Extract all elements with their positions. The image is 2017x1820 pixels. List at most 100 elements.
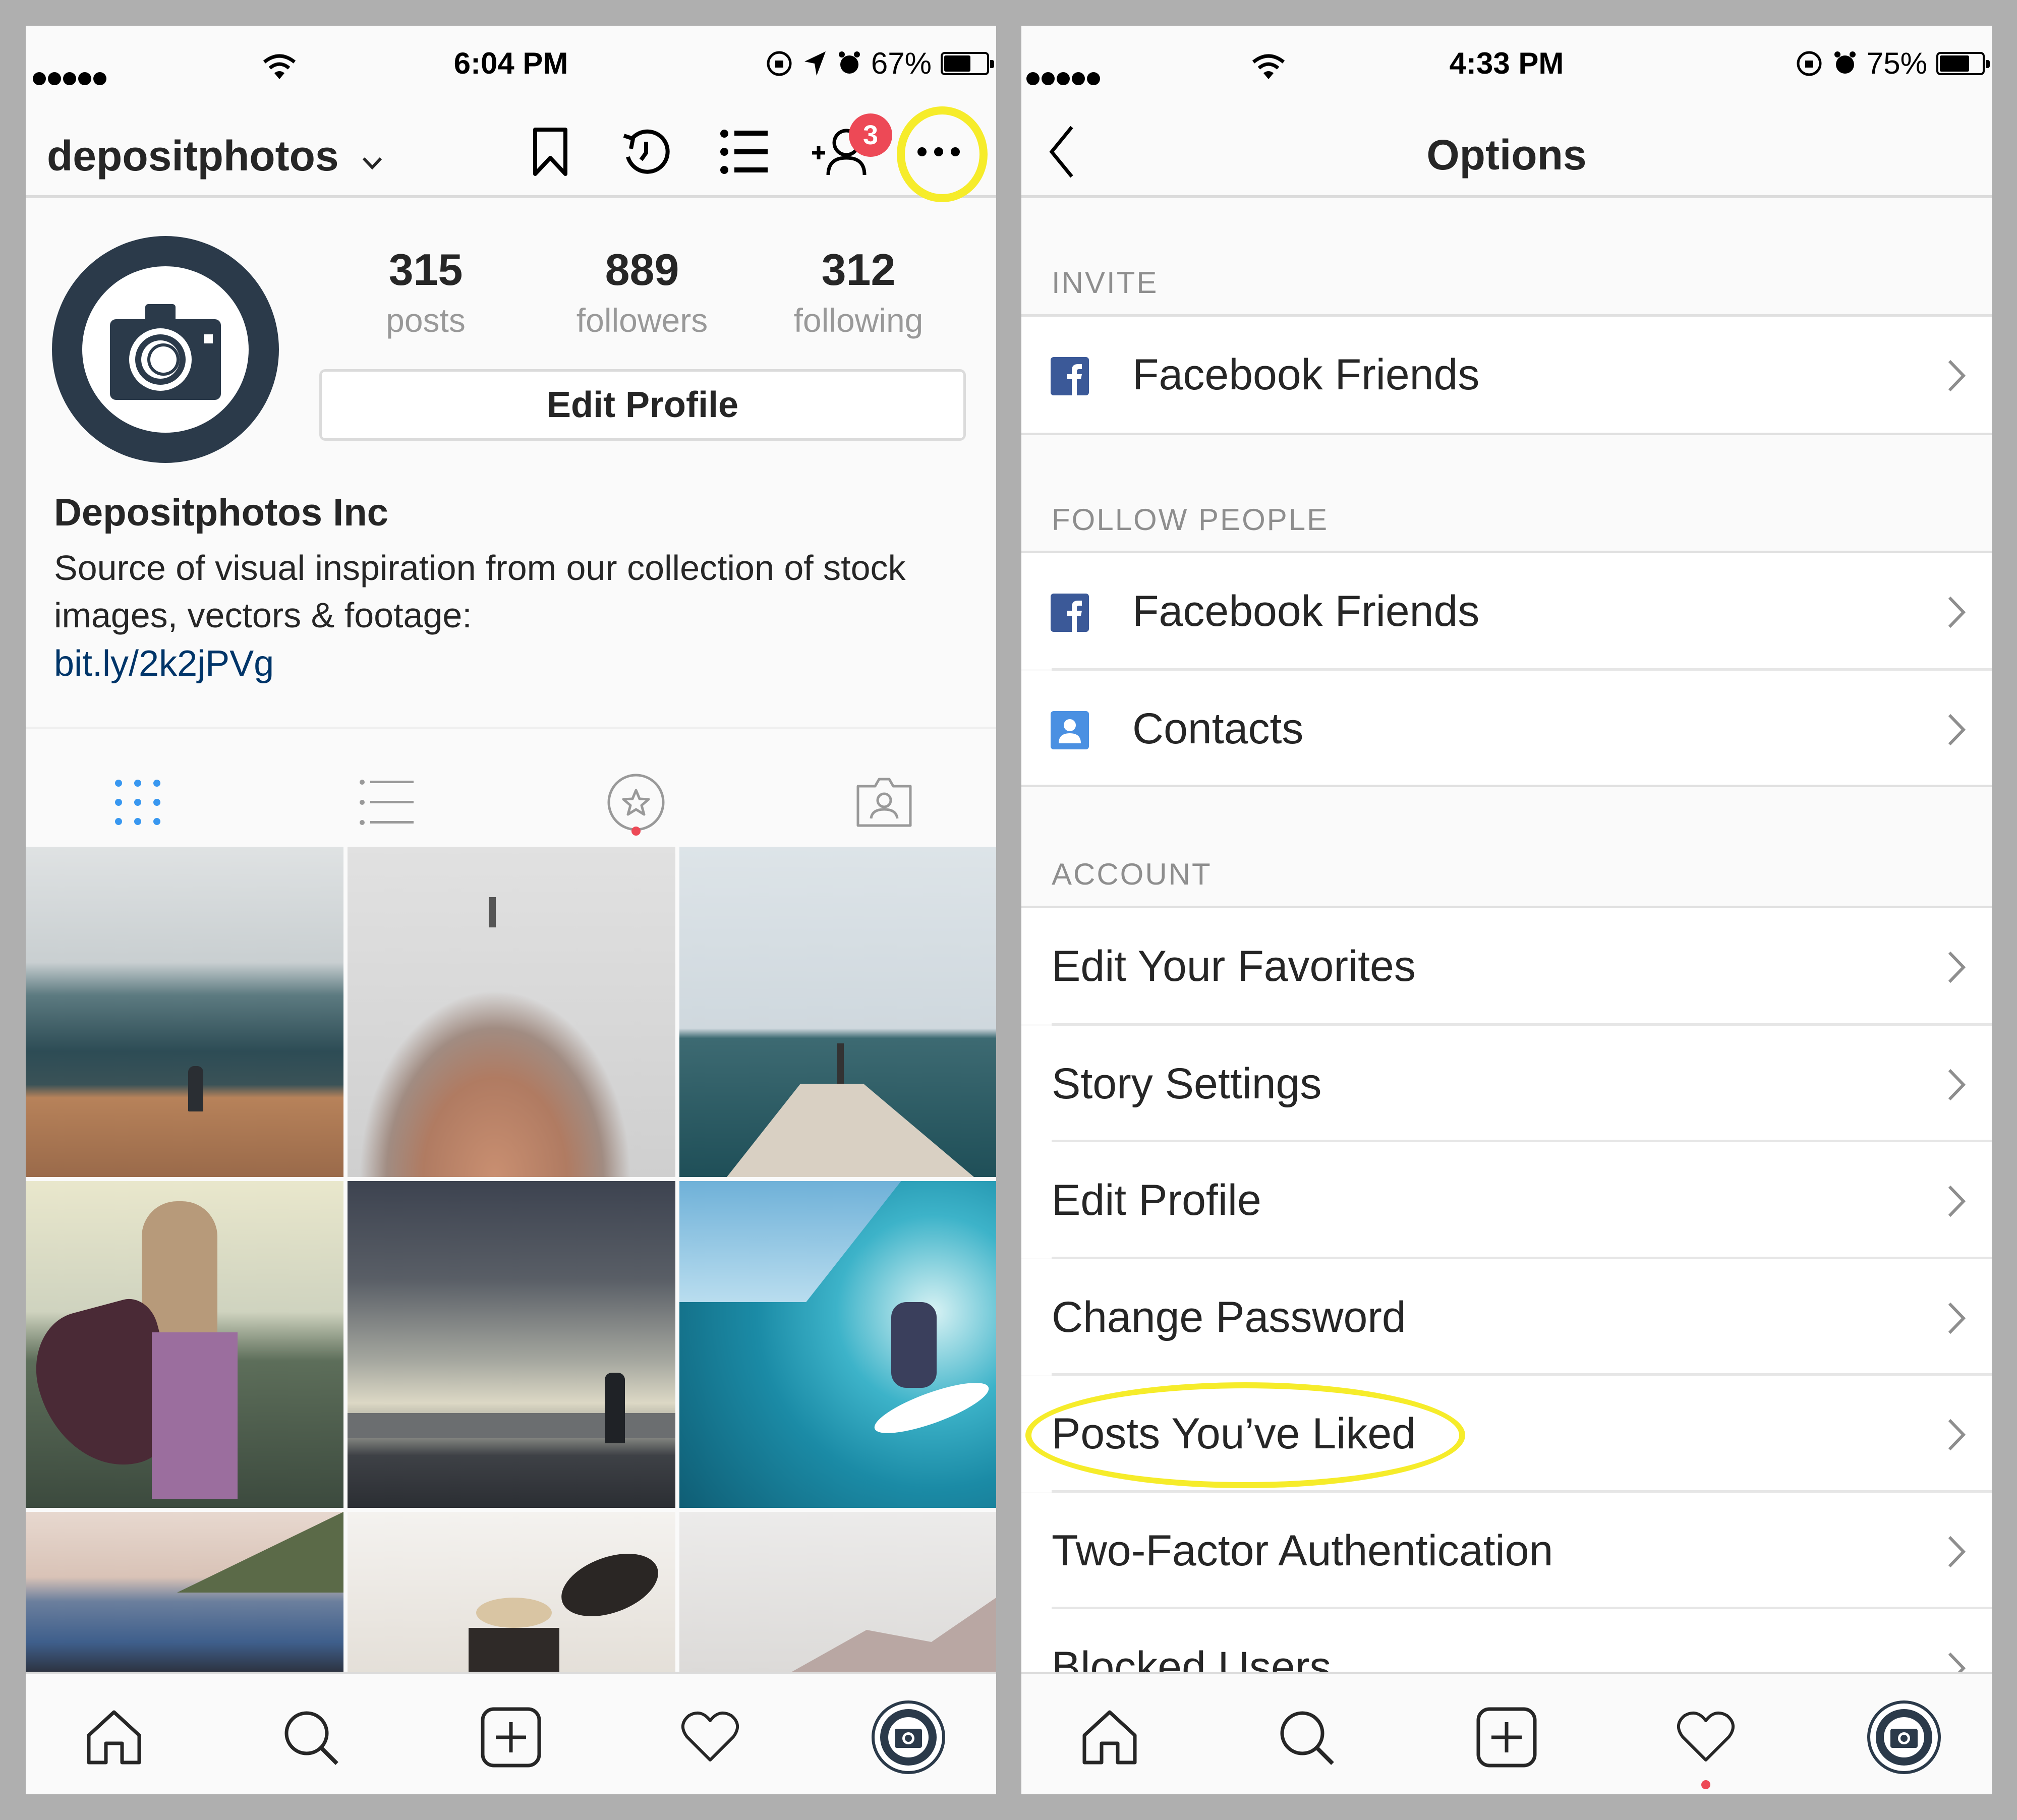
- list-item-label: Contacts: [1132, 704, 1304, 753]
- search-icon: [284, 1711, 338, 1765]
- follow-contacts[interactable]: Contacts: [1021, 671, 1992, 787]
- notification-badge: 3: [849, 113, 892, 157]
- story-settings[interactable]: Story Settings: [1021, 1026, 1992, 1142]
- stat-label: following: [793, 302, 924, 339]
- home-icon: [87, 1710, 141, 1765]
- profile-link[interactable]: bit.ly/2k2jPVg: [54, 643, 274, 684]
- status-indicators: 67%: [765, 46, 994, 81]
- tab-new-post[interactable]: [473, 1699, 549, 1775]
- stat-label: followers: [576, 302, 708, 339]
- grid-icon: [115, 780, 160, 825]
- photo-thumbnail[interactable]: [679, 1512, 996, 1675]
- tab-search[interactable]: [273, 1699, 349, 1775]
- chevron-right-icon: [1948, 1302, 1966, 1334]
- divider: [26, 727, 996, 729]
- activity-dot: [1701, 1780, 1710, 1789]
- tab-new-post[interactable]: [1469, 1699, 1544, 1775]
- options-header: Options: [1021, 101, 1992, 198]
- chevron-right-icon: [1948, 714, 1966, 746]
- tab-home[interactable]: [76, 1699, 152, 1775]
- heart-icon: [1677, 1711, 1735, 1762]
- edit-your-favorites[interactable]: Edit Your Favorites: [1021, 908, 1992, 1024]
- list-view-icon: [360, 780, 414, 825]
- list-item-label: Two-Factor Authentication: [1052, 1526, 1553, 1575]
- chevron-right-icon: [1948, 1185, 1966, 1217]
- stat-value: 312: [821, 245, 896, 295]
- avatar[interactable]: [52, 236, 279, 463]
- invite-facebook-friends[interactable]: Facebook Friends: [1021, 317, 1992, 433]
- username: depositphotos: [47, 132, 339, 180]
- chevron-right-icon: [1948, 596, 1966, 628]
- photo-thumbnail[interactable]: [679, 847, 996, 1177]
- alarm-icon: [1834, 51, 1856, 74]
- archive-button[interactable]: [616, 122, 676, 182]
- profile-avatar-icon: [872, 1700, 945, 1774]
- tab-profile[interactable]: [1866, 1699, 1942, 1775]
- add-post-icon: [481, 1707, 541, 1768]
- photo-thumbnail[interactable]: [26, 1512, 343, 1675]
- bottom-tab-bar: [26, 1672, 996, 1794]
- stat-following[interactable]: 312 following: [778, 248, 939, 339]
- edit-profile[interactable]: Edit Profile: [1021, 1142, 1992, 1258]
- follow-facebook-friends[interactable]: Facebook Friends: [1021, 553, 1992, 669]
- chevron-down-icon: [362, 157, 382, 170]
- profile-screen: 6:04 PM 67% depositphotos 3 315 posts 88…: [26, 26, 996, 1794]
- change-password[interactable]: Change Password: [1021, 1259, 1992, 1375]
- add-post-icon: [1476, 1707, 1537, 1768]
- profile-name: Depositphotos Inc: [54, 491, 388, 534]
- tab-grid[interactable]: [87, 757, 188, 848]
- highlight-ellipse: [1025, 1382, 1465, 1488]
- two-factor-authentication[interactable]: Two-Factor Authentication: [1021, 1493, 1992, 1609]
- stat-value: 889: [605, 245, 679, 295]
- search-icon: [1280, 1711, 1334, 1765]
- battery-icon: [1936, 51, 1990, 75]
- tab-profile[interactable]: [871, 1699, 946, 1775]
- list-icon: [720, 130, 768, 174]
- battery-percent: 75%: [1866, 46, 1927, 80]
- saved-button[interactable]: [520, 122, 581, 182]
- battery-icon: [941, 51, 994, 75]
- profile-header: depositphotos 3: [26, 101, 996, 202]
- stat-followers[interactable]: 889 followers: [561, 248, 723, 339]
- section-header-follow-people: FOLLOW PEOPLE: [1052, 503, 1329, 537]
- tab-activity[interactable]: [1668, 1699, 1744, 1775]
- list-item-label: Edit Your Favorites: [1052, 942, 1416, 990]
- stat-value: 315: [388, 245, 463, 295]
- status-indicators: 75%: [1795, 46, 1990, 81]
- photo-thumbnail[interactable]: [348, 1181, 675, 1508]
- profile-avatar-icon: [1867, 1700, 1941, 1774]
- bookmark-icon: [533, 128, 567, 176]
- chevron-right-icon: [1948, 1069, 1966, 1101]
- tab-list[interactable]: [336, 757, 437, 848]
- rotation-lock-icon: [767, 51, 792, 76]
- camera-logo-icon: [110, 304, 221, 400]
- battery-percent: 67%: [871, 46, 932, 80]
- section-header-account: ACCOUNT: [1052, 857, 1212, 891]
- rotation-lock-icon: [1797, 51, 1822, 76]
- tab-home[interactable]: [1072, 1699, 1147, 1775]
- photo-grid: [26, 847, 996, 1675]
- username-switcher[interactable]: depositphotos: [47, 132, 384, 181]
- edit-profile-button[interactable]: Edit Profile: [319, 369, 966, 441]
- facebook-icon: [1051, 594, 1089, 632]
- stat-posts[interactable]: 315 posts: [345, 248, 506, 339]
- chevron-right-icon: [1948, 360, 1966, 392]
- tab-tagged[interactable]: [834, 757, 935, 848]
- profile-bio: Source of visual inspiration from our co…: [54, 548, 906, 635]
- tab-activity[interactable]: [672, 1699, 748, 1775]
- stat-label: posts: [386, 302, 466, 339]
- photo-thumbnail[interactable]: [679, 1181, 996, 1508]
- photo-thumbnail[interactable]: [348, 1512, 675, 1675]
- photo-thumbnail[interactable]: [26, 847, 343, 1177]
- heart-icon: [681, 1711, 739, 1762]
- tab-search[interactable]: [1269, 1699, 1344, 1775]
- tagged-photos-icon: [856, 778, 912, 827]
- bottom-tab-bar: [1021, 1672, 1992, 1794]
- chevron-right-icon: [1948, 1419, 1966, 1451]
- chevron-right-icon: [1948, 951, 1966, 983]
- photo-thumbnail[interactable]: [348, 847, 675, 1177]
- chevron-right-icon: [1948, 1536, 1966, 1568]
- list-button[interactable]: [714, 122, 775, 182]
- highlight-circle: [897, 106, 988, 202]
- photo-thumbnail[interactable]: [26, 1181, 343, 1508]
